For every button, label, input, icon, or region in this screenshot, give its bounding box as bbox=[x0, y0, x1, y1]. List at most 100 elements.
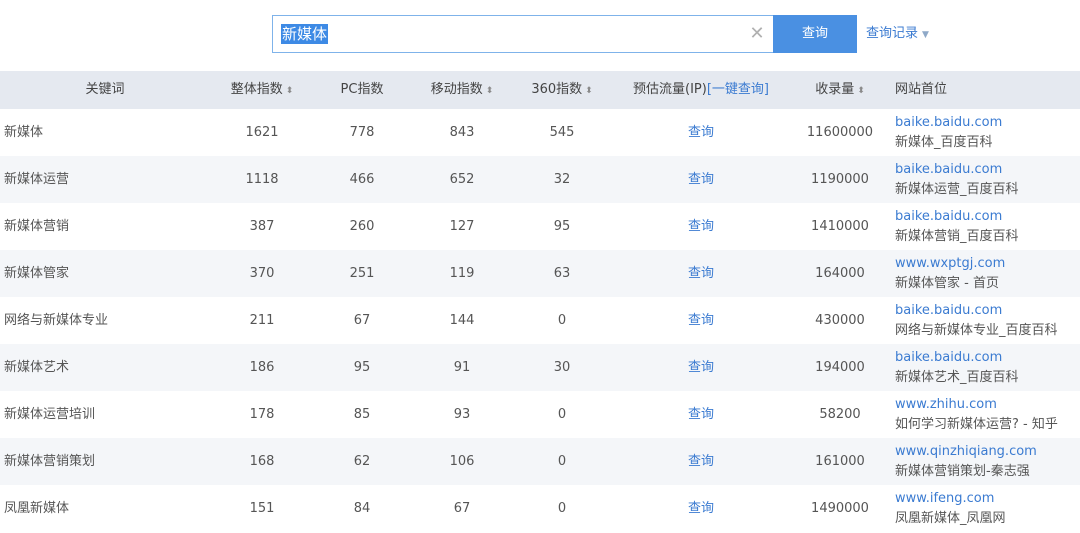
site-title: 凤凰新媒体_凤凰网 bbox=[895, 511, 1006, 526]
header-est-flow-label: 预估流量(IP) bbox=[633, 82, 707, 97]
table-row: 新媒体运营培训 178 85 93 0 查询 58200 www.zhihu.com 如何学习新… bbox=[0, 391, 1080, 438]
pc-index-cell: 260 bbox=[349, 219, 375, 234]
site-first-cell: www.wxptgj.com 新媒体管家 - 首页 bbox=[895, 255, 1005, 293]
mobile-index-cell: 127 bbox=[449, 219, 475, 234]
index-360-cell: 63 bbox=[553, 266, 571, 281]
mobile-index-cell: 93 bbox=[453, 407, 471, 422]
header-indexed-count-label: 收录量 bbox=[815, 82, 855, 97]
site-title: 新媒体营销策划-秦志强 bbox=[895, 464, 1030, 479]
chevron-down-icon: ▼ bbox=[922, 30, 929, 40]
table-row: 新媒体艺术 186 95 91 30 查询 194000 baike.baidu.com 新媒体… bbox=[0, 344, 1080, 391]
site-title: 新媒体管家 - 首页 bbox=[895, 276, 999, 291]
site-title: 如何学习新媒体运营? - 知乎 bbox=[895, 417, 1058, 432]
header-360-index[interactable]: 360指数 ⬍ bbox=[531, 71, 592, 109]
keyword-cell: 新媒体管家 bbox=[4, 266, 70, 281]
pc-index-cell: 95 bbox=[353, 360, 371, 375]
flow-query-link[interactable]: 查询 bbox=[688, 250, 714, 297]
indexed-count-cell: 430000 bbox=[815, 313, 865, 328]
site-first-cell: baike.baidu.com 新媒体运营_百度百科 bbox=[895, 161, 1019, 199]
pc-index-cell: 778 bbox=[349, 125, 375, 140]
site-first-cell: baike.baidu.com 新媒体艺术_百度百科 bbox=[895, 349, 1019, 387]
header-mobile-index[interactable]: 移动指数 ⬍ bbox=[431, 71, 494, 109]
table-row: 新媒体营销策划 168 62 106 0 查询 161000 www.qinzhiqiang.… bbox=[0, 438, 1080, 485]
site-domain-link[interactable]: baike.baidu.com bbox=[895, 349, 1019, 367]
site-first-cell: baike.baidu.com 新媒体_百度百科 bbox=[895, 114, 1002, 152]
indexed-count-cell: 1190000 bbox=[811, 172, 869, 187]
total-index-cell: 211 bbox=[249, 313, 275, 328]
header-pc-index: PC指数 bbox=[340, 82, 384, 97]
flow-query-link[interactable]: 查询 bbox=[688, 344, 714, 391]
flow-query-link[interactable]: 查询 bbox=[688, 297, 714, 344]
flow-query-link[interactable]: 查询 bbox=[688, 438, 714, 485]
site-title: 网络与新媒体专业_百度百科 bbox=[895, 323, 1058, 338]
site-domain-link[interactable]: www.zhihu.com bbox=[895, 396, 1058, 414]
indexed-count-cell: 1410000 bbox=[811, 219, 869, 234]
total-index-cell: 370 bbox=[249, 266, 275, 281]
indexed-count-cell: 164000 bbox=[815, 266, 865, 281]
one-click-query-link[interactable]: [一键查询] bbox=[707, 82, 769, 97]
total-index-cell: 151 bbox=[249, 501, 275, 516]
header-total-index[interactable]: 整体指数 ⬍ bbox=[231, 71, 294, 109]
index-360-cell: 545 bbox=[549, 125, 575, 140]
search-bar: 新媒体 ✕ 查询 查询记录 ▼ bbox=[272, 15, 972, 53]
search-input-value: 新媒体 bbox=[281, 24, 329, 44]
table-header: 关键词 整体指数 ⬍ PC指数 移动指数 ⬍ 360指数 ⬍ 预估流量(IP)[一键查… bbox=[0, 71, 1080, 109]
site-title: 新媒体运营_百度百科 bbox=[895, 182, 1019, 197]
site-domain-link[interactable]: baike.baidu.com bbox=[895, 114, 1002, 132]
keyword-cell: 凤凰新媒体 bbox=[4, 501, 70, 516]
header-360-index-label: 360指数 bbox=[531, 82, 583, 97]
site-domain-link[interactable]: www.ifeng.com bbox=[895, 490, 1006, 508]
sort-icon: ⬍ bbox=[585, 86, 593, 96]
total-index-cell: 178 bbox=[249, 407, 275, 422]
flow-query-link[interactable]: 查询 bbox=[688, 391, 714, 438]
table-row: 新媒体管家 370 251 119 63 查询 164000 www.wxptgj.com 新媒… bbox=[0, 250, 1080, 297]
pc-index-cell: 85 bbox=[353, 407, 371, 422]
indexed-count-cell: 194000 bbox=[815, 360, 865, 375]
site-first-cell: www.ifeng.com 凤凰新媒体_凤凰网 bbox=[895, 490, 1006, 528]
mobile-index-cell: 106 bbox=[449, 454, 475, 469]
indexed-count-cell: 161000 bbox=[815, 454, 865, 469]
index-360-cell: 95 bbox=[553, 219, 571, 234]
pc-index-cell: 84 bbox=[353, 501, 371, 516]
mobile-index-cell: 144 bbox=[449, 313, 475, 328]
pc-index-cell: 67 bbox=[353, 313, 371, 328]
mobile-index-cell: 91 bbox=[453, 360, 471, 375]
flow-query-link[interactable]: 查询 bbox=[688, 156, 714, 203]
mobile-index-cell: 652 bbox=[449, 172, 475, 187]
flow-query-link[interactable]: 查询 bbox=[688, 485, 714, 532]
site-domain-link[interactable]: baike.baidu.com bbox=[895, 302, 1058, 320]
pc-index-cell: 251 bbox=[349, 266, 375, 281]
query-history-dropdown[interactable]: 查询记录 ▼ bbox=[866, 15, 929, 53]
site-first-cell: www.zhihu.com 如何学习新媒体运营? - 知乎 bbox=[895, 396, 1058, 434]
flow-query-link[interactable]: 查询 bbox=[688, 203, 714, 250]
flow-query-link[interactable]: 查询 bbox=[688, 109, 714, 156]
index-360-cell: 0 bbox=[557, 407, 567, 422]
table-row: 网络与新媒体专业 211 67 144 0 查询 430000 baike.baidu.com… bbox=[0, 297, 1080, 344]
site-title: 新媒体_百度百科 bbox=[895, 135, 993, 150]
index-360-cell: 30 bbox=[553, 360, 571, 375]
indexed-count-cell: 1490000 bbox=[811, 501, 869, 516]
site-title: 新媒体营销_百度百科 bbox=[895, 229, 1019, 244]
mobile-index-cell: 119 bbox=[449, 266, 475, 281]
header-indexed-count[interactable]: 收录量 ⬍ bbox=[815, 71, 865, 109]
total-index-cell: 387 bbox=[249, 219, 275, 234]
site-title: 新媒体艺术_百度百科 bbox=[895, 370, 1019, 385]
table-row: 新媒体营销 387 260 127 95 查询 1410000 baike.baidu.com… bbox=[0, 203, 1080, 250]
search-button[interactable]: 查询 bbox=[773, 15, 857, 53]
table-row: 凤凰新媒体 151 84 67 0 查询 1490000 www.ifeng.com 凤凰新媒体… bbox=[0, 485, 1080, 532]
index-360-cell: 0 bbox=[557, 454, 567, 469]
header-keyword: 关键词 bbox=[85, 82, 125, 97]
search-input[interactable]: 新媒体 ✕ bbox=[272, 15, 774, 53]
site-domain-link[interactable]: www.wxptgj.com bbox=[895, 255, 1005, 273]
keyword-cell: 新媒体艺术 bbox=[4, 360, 70, 375]
indexed-count-cell: 58200 bbox=[819, 407, 861, 422]
sort-icon: ⬍ bbox=[485, 86, 494, 96]
index-360-cell: 0 bbox=[557, 501, 567, 516]
site-domain-link[interactable]: baike.baidu.com bbox=[895, 161, 1019, 179]
site-domain-link[interactable]: baike.baidu.com bbox=[895, 208, 1019, 226]
close-icon[interactable]: ✕ bbox=[747, 24, 767, 44]
site-first-cell: www.qinzhiqiang.com 新媒体营销策划-秦志强 bbox=[895, 443, 1037, 481]
keyword-cell: 新媒体运营培训 bbox=[4, 407, 96, 422]
pc-index-cell: 466 bbox=[349, 172, 375, 187]
site-domain-link[interactable]: www.qinzhiqiang.com bbox=[895, 443, 1037, 461]
